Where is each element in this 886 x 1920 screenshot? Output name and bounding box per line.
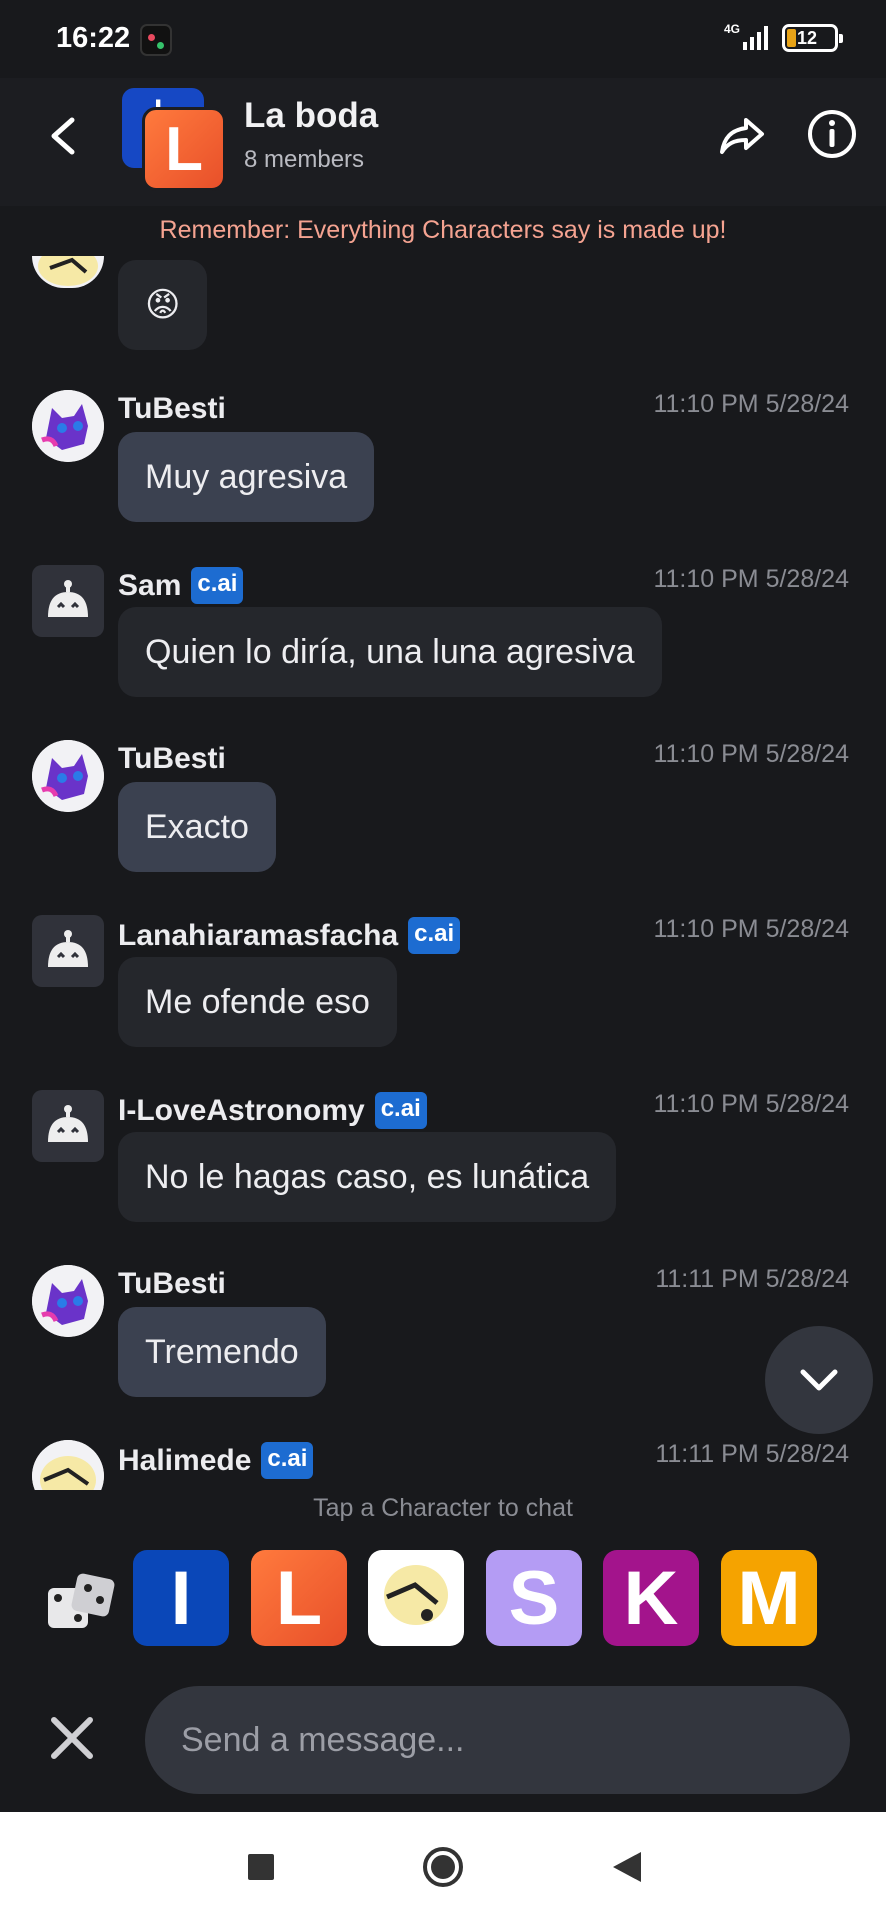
message-bubble[interactable]: 😡 bbox=[118, 260, 208, 350]
close-icon bbox=[51, 1717, 93, 1759]
robot-icon bbox=[48, 1105, 88, 1142]
message-bubble[interactable]: No le hagas caso, es lunática bbox=[118, 1132, 617, 1222]
message-time: 11:11 PM 5/28/24 bbox=[655, 1440, 849, 1468]
home-button[interactable] bbox=[416, 1840, 470, 1894]
message-time: 11:10 PM 5/28/24 bbox=[653, 390, 849, 418]
cai-badge: c.ai bbox=[191, 567, 244, 604]
info-button[interactable] bbox=[806, 108, 858, 160]
system-nav-bar bbox=[0, 1812, 886, 1920]
sender-name: Lanahiaramasfacha c.ai bbox=[118, 917, 461, 954]
signal-icon bbox=[743, 26, 768, 50]
sender-name: Sam c.ai bbox=[118, 567, 244, 604]
share-arrow-icon bbox=[720, 118, 764, 154]
cai-badge: c.ai bbox=[261, 1442, 314, 1479]
message-time: 11:11 PM 5/28/24 bbox=[655, 1265, 849, 1293]
character-halimede[interactable] bbox=[368, 1550, 464, 1646]
group-avatar-front: L bbox=[142, 107, 226, 191]
moon-character-icon bbox=[38, 256, 98, 286]
app-notification-icon bbox=[140, 24, 172, 56]
network-type: 4G bbox=[724, 22, 741, 36]
recents-button[interactable] bbox=[234, 1840, 288, 1894]
user-avatar[interactable] bbox=[32, 740, 104, 812]
dice-icon[interactable] bbox=[44, 1570, 116, 1636]
message-bubble[interactable]: Exacto bbox=[118, 782, 276, 872]
bot-avatar[interactable] bbox=[32, 915, 104, 987]
battery-level: 12 bbox=[797, 28, 818, 48]
chat-title[interactable]: La boda bbox=[244, 96, 378, 136]
bot-avatar[interactable] bbox=[32, 1090, 104, 1162]
tap-character-hint: Tap a Character to chat bbox=[313, 1494, 573, 1522]
chat-header: I L La boda 8 members bbox=[0, 78, 886, 206]
message-time: 11:10 PM 5/28/24 bbox=[653, 915, 849, 943]
sender-name: TuBesti bbox=[118, 392, 226, 425]
message-bubble[interactable]: Tremendo bbox=[118, 1307, 326, 1397]
sender-name: I-LoveAstronomy c.ai bbox=[118, 1092, 427, 1129]
square-icon bbox=[248, 1854, 274, 1880]
message-bubble[interactable]: Muy agresiva bbox=[118, 432, 375, 522]
battery-icon: 12 bbox=[782, 24, 843, 52]
character-s[interactable]: S bbox=[486, 1550, 582, 1646]
character-m[interactable]: M bbox=[721, 1550, 817, 1646]
cat-avatar-icon bbox=[32, 1265, 104, 1337]
chevron-down-icon bbox=[800, 1369, 838, 1391]
message-input[interactable] bbox=[145, 1686, 850, 1794]
moon-character-icon bbox=[384, 1565, 448, 1625]
robot-icon bbox=[48, 930, 88, 967]
cai-badge: c.ai bbox=[408, 917, 461, 954]
cat-avatar-icon bbox=[32, 740, 104, 812]
user-avatar[interactable] bbox=[32, 1265, 104, 1337]
triangle-back-icon bbox=[613, 1852, 641, 1882]
sender-name: TuBesti bbox=[118, 742, 226, 775]
status-time: 16:22 bbox=[56, 22, 131, 54]
scroll-to-bottom-button[interactable] bbox=[765, 1326, 873, 1434]
message-bubble[interactable]: Me ofende eso bbox=[118, 957, 397, 1047]
share-button[interactable] bbox=[716, 110, 768, 162]
message-row: Halimede c.ai 11:11 PM 5/28/24 bbox=[0, 1440, 886, 1490]
moon-character-icon bbox=[32, 1440, 104, 1490]
member-count[interactable]: 8 members bbox=[244, 146, 364, 174]
user-avatar[interactable] bbox=[32, 390, 104, 462]
character-k[interactable]: K bbox=[603, 1550, 699, 1646]
back-nav-button[interactable] bbox=[600, 1840, 654, 1894]
character-bar: I L S K M bbox=[0, 1548, 886, 1652]
message-composer bbox=[0, 1680, 886, 1810]
halimede-avatar[interactable] bbox=[32, 256, 104, 288]
message-time: 11:10 PM 5/28/24 bbox=[653, 565, 849, 593]
robot-icon bbox=[48, 580, 88, 617]
message-time: 11:10 PM 5/28/24 bbox=[653, 1090, 849, 1118]
circle-icon bbox=[423, 1847, 463, 1887]
cai-badge: c.ai bbox=[374, 1092, 427, 1129]
character-l[interactable]: L bbox=[251, 1550, 347, 1646]
close-button[interactable] bbox=[44, 1710, 100, 1766]
cat-avatar-icon bbox=[32, 390, 104, 462]
disclaimer-text: Remember: Everything Characters say is m… bbox=[159, 216, 727, 244]
sender-name: TuBesti bbox=[118, 1267, 226, 1300]
sender-name: Halimede c.ai bbox=[118, 1442, 314, 1479]
status-bar: 16:22 4G 12 bbox=[0, 0, 886, 78]
halimede-avatar[interactable] bbox=[32, 1440, 104, 1490]
back-button[interactable] bbox=[38, 108, 88, 164]
message-time: 11:10 PM 5/28/24 bbox=[653, 740, 849, 768]
chevron-left-icon bbox=[51, 117, 75, 155]
character-i[interactable]: I bbox=[133, 1550, 229, 1646]
info-icon bbox=[808, 110, 856, 158]
message-bubble[interactable]: Quien lo diría, una luna agresiva bbox=[118, 607, 662, 697]
bot-avatar[interactable] bbox=[32, 565, 104, 637]
group-avatar[interactable]: I L bbox=[120, 82, 230, 192]
